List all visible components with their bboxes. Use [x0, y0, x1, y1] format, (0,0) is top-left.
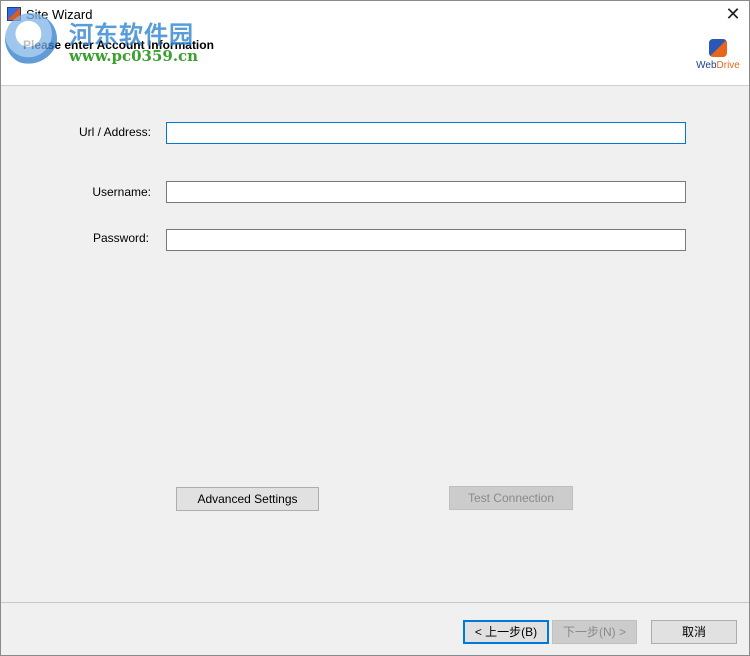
back-button[interactable]: < 上一步(B) — [463, 620, 549, 644]
advanced-settings-button[interactable]: Advanced Settings — [176, 487, 319, 511]
title-bar: Site Wizard ✕ — [1, 1, 749, 31]
window-title: Site Wizard — [26, 7, 93, 22]
url-label: Url / Address: — [78, 125, 151, 139]
test-connection-button[interactable]: Test Connection — [449, 486, 573, 510]
webdrive-logo-icon — [709, 39, 727, 57]
password-label: Password: — [92, 231, 149, 245]
url-input[interactable] — [166, 122, 686, 144]
close-button[interactable]: ✕ — [717, 1, 749, 29]
webdrive-logo: WebDrive — [691, 39, 745, 79]
page-title: Please enter Account Information — [23, 38, 214, 52]
wizard-header: Please enter Account Information WebDriv… — [1, 31, 749, 86]
footer-divider — [1, 602, 749, 603]
cancel-button[interactable]: 取消 — [651, 620, 737, 644]
next-button[interactable]: 下一步(N) > — [552, 620, 637, 644]
username-input[interactable] — [166, 181, 686, 203]
brand-name: WebDrive — [696, 60, 740, 71]
app-icon — [7, 7, 21, 21]
site-wizard-window: Site Wizard ✕ Please enter Account Infor… — [0, 0, 750, 656]
username-label: Username: — [92, 185, 151, 199]
password-input[interactable] — [166, 229, 686, 251]
